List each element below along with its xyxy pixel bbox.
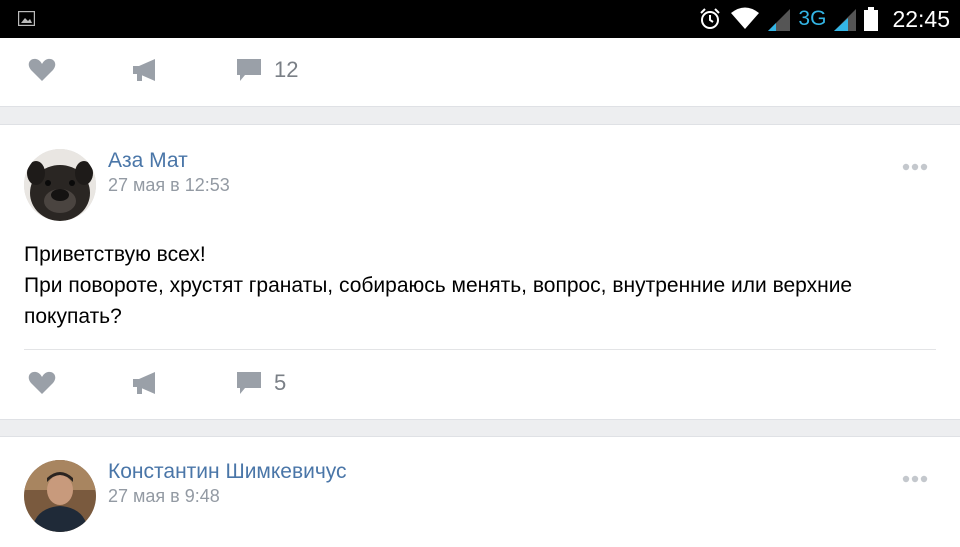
divider — [24, 349, 936, 350]
heart-icon — [28, 371, 56, 394]
megaphone-icon — [133, 59, 155, 81]
post-card: Аза Мат 27 мая в 12:53 Приветствую всех!… — [0, 124, 960, 420]
post-date[interactable]: 27 мая в 9:48 — [108, 486, 220, 507]
share-button[interactable] — [131, 353, 159, 413]
post-text-line: Приветствую всех! — [24, 243, 206, 266]
post-actions: 5 — [0, 353, 960, 413]
post-card-previous: 12 — [0, 38, 960, 107]
megaphone-icon — [133, 372, 155, 394]
signal-icon — [834, 9, 857, 31]
heart-icon — [28, 58, 56, 81]
post-text: Приветствую всех! При повороте, хрустят … — [24, 239, 936, 332]
post-author[interactable]: Аза Мат — [108, 149, 188, 173]
avatar[interactable] — [24, 460, 96, 532]
post-text-line: При повороте, хрустят гранаты, собираюсь… — [24, 274, 853, 297]
comment-count: 12 — [274, 57, 299, 82]
dog-photo — [24, 149, 96, 221]
signal-icon — [768, 9, 791, 31]
post-date[interactable]: 27 мая в 12:53 — [108, 175, 230, 196]
alarm-icon — [700, 8, 721, 29]
share-button[interactable] — [131, 40, 159, 100]
battery-icon — [864, 7, 879, 31]
like-button[interactable] — [28, 353, 56, 413]
person-photo — [24, 460, 96, 532]
image-icon — [18, 11, 35, 26]
comment-button[interactable]: 12 — [236, 40, 298, 100]
status-bar: 3G 22:45 — [0, 0, 960, 38]
comment-count: 5 — [274, 370, 287, 395]
comment-button[interactable]: 5 — [236, 353, 286, 413]
avatar[interactable] — [24, 149, 96, 221]
comment-icon — [237, 372, 261, 394]
network-type: 3G — [798, 7, 827, 30]
status-icons: 3G 22:45 — [698, 0, 950, 38]
post-text-line: покупать? — [24, 305, 122, 328]
more-options-icon[interactable] — [902, 163, 928, 171]
clock: 22:45 — [892, 5, 950, 32]
more-options-icon[interactable] — [902, 475, 928, 483]
post-actions: 12 — [0, 40, 960, 100]
comment-icon — [237, 59, 261, 81]
post-author[interactable]: Константин Шимкевичус — [108, 460, 347, 484]
wifi-icon — [731, 7, 760, 29]
like-button[interactable] — [28, 40, 56, 100]
post-card: Константин Шимкевичус 27 мая в 9:48 — [0, 436, 960, 547]
